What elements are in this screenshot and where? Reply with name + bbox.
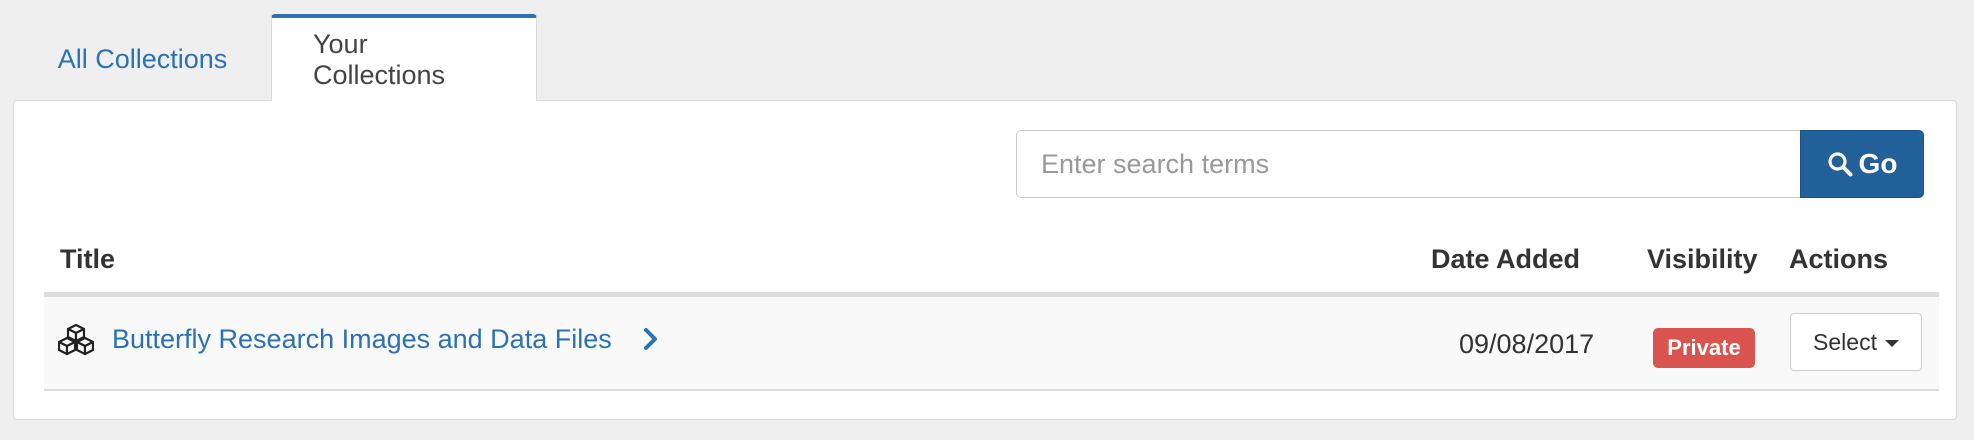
table-header: Title Date Added Visibility Actions [44,226,1939,297]
caret-down-icon [1884,339,1899,347]
search-form: Go [1016,130,1924,198]
actions-select-dropdown[interactable]: Select [1790,313,1922,371]
table-row: Butterfly Research Images and Data Files… [44,297,1939,391]
collection-title-link[interactable]: Butterfly Research Images and Data Files [112,297,612,381]
collection-tabs: All Collections Your Collections [14,14,537,101]
search-input[interactable] [1016,130,1800,198]
column-header-visibility[interactable]: Visibility [1647,226,1758,292]
tab-your-collections[interactable]: Your Collections [271,14,537,101]
column-header-actions: Actions [1789,244,1889,274]
column-header-title[interactable]: Title [60,226,115,292]
search-icon [1827,152,1853,177]
visibility-badge: Private [1653,328,1755,368]
chevron-right-icon[interactable] [642,327,660,351]
select-label: Select [1813,328,1877,355]
column-header-date-added[interactable]: Date Added [1431,226,1580,292]
collections-table: Title Date Added Visibility Actions Butt… [44,226,1939,391]
go-label: Go [1858,148,1898,179]
date-added-value: 09/08/2017 [1459,329,1595,359]
cubes-icon [58,323,94,356]
go-button[interactable]: Go [1800,130,1924,198]
collections-panel: Go Title Date Added Visibility Actions [13,100,1957,420]
tab-all-collections[interactable]: All Collections [14,17,271,101]
